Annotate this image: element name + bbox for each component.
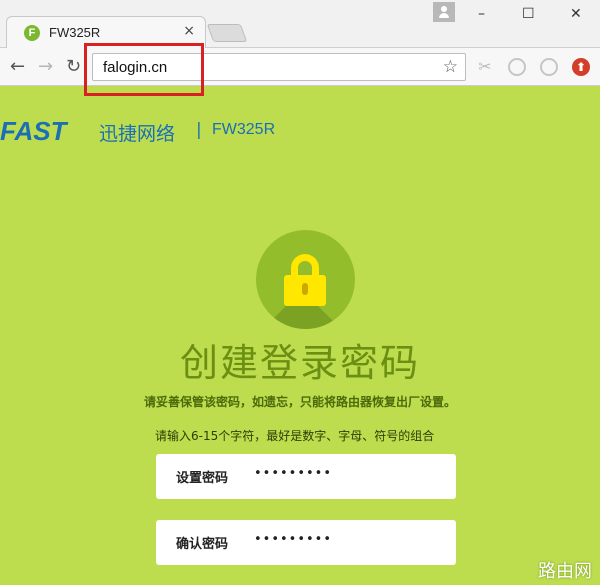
user-profile-icon[interactable] (433, 2, 455, 22)
tab-title: FW325R (49, 25, 101, 40)
keyhole (302, 283, 308, 295)
extension-gray-icon-2[interactable] (540, 58, 558, 76)
new-tab-button[interactable] (206, 24, 248, 42)
forward-arrow-icon[interactable]: → (38, 56, 53, 77)
confirm-password-label: 确认密码 (176, 537, 229, 552)
back-arrow-icon[interactable]: ← (10, 56, 25, 77)
reload-icon[interactable]: ↻ (66, 56, 81, 77)
set-password-label: 设置密码 (176, 471, 229, 486)
password-hint: 请输入6-15个字符，最好是数字、字母、符号的组合 (155, 429, 435, 443)
close-window-button[interactable]: ✕ (570, 6, 582, 22)
lock-icon (256, 230, 355, 329)
confirm-password-input[interactable]: ••••••••• (254, 532, 332, 547)
extension-scissors-icon[interactable]: ✂ (476, 58, 494, 76)
tab-favicon-icon: F (24, 25, 40, 41)
brand-separator: | (196, 120, 202, 140)
confirm-password-field[interactable]: 确认密码 ••••••••• (156, 520, 456, 565)
set-password-field[interactable]: 设置密码 ••••••••• (156, 454, 456, 499)
router-model: FW325R (212, 121, 276, 138)
fast-logo: FAST (0, 116, 67, 146)
bookmark-star-icon[interactable]: ☆ (443, 57, 458, 77)
page-title: 创建登录密码 (179, 341, 420, 385)
watermark: 路由网 (538, 561, 592, 582)
lock-body (284, 275, 326, 306)
extension-update-icon[interactable]: ⬆ (572, 58, 590, 76)
maximize-button[interactable]: ☐ (522, 6, 535, 22)
extension-gray-icon[interactable] (508, 58, 526, 76)
address-highlight-box (84, 43, 204, 96)
brand-name: 迅捷网络 (99, 123, 176, 145)
minimize-button[interactable]: – (478, 6, 485, 22)
set-password-input[interactable]: ••••••••• (254, 466, 332, 481)
browser-titlebar: F FW325R × – ☐ ✕ (0, 0, 600, 48)
tab-close-icon[interactable]: × (183, 23, 195, 39)
password-notice: 请妥善保管该密码，如遗忘，只能将路由器恢复出厂设置。 (143, 395, 456, 409)
